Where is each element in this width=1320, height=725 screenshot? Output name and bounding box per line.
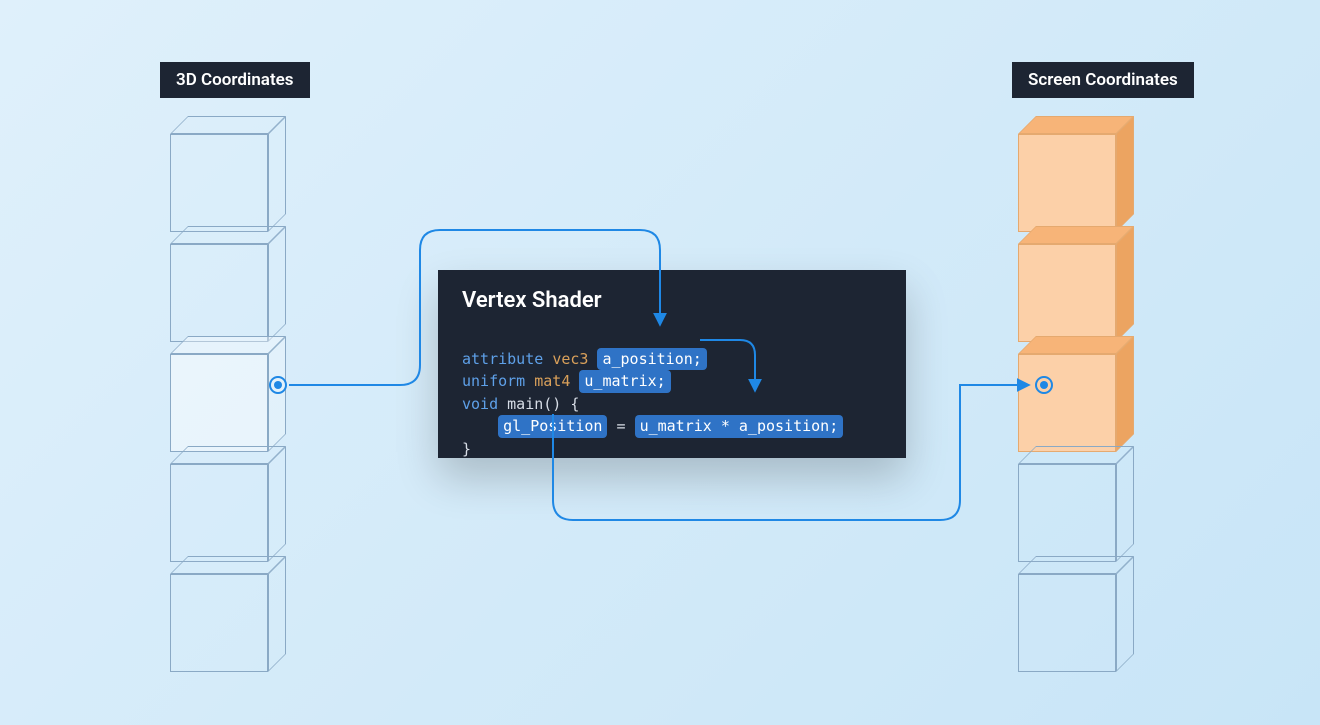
code-gl-position: gl_Position	[498, 415, 607, 438]
code-expr: u_matrix * a_position;	[635, 415, 844, 438]
stack-3d-coords	[170, 116, 310, 666]
cube-screen-2	[1018, 226, 1133, 341]
code-brace-close: }	[462, 440, 471, 458]
code-eq: =	[607, 417, 634, 435]
label-3d-coords: 3D Coordinates	[160, 62, 310, 98]
cube-screen-1	[1018, 116, 1133, 231]
code-var-a-position: a_position;	[597, 348, 706, 371]
cube-screen-3-highlight	[1018, 336, 1133, 451]
code-kw-uniform: uniform	[462, 372, 525, 390]
code-type-vec3: vec3	[552, 350, 588, 368]
cube-screen-4	[1018, 446, 1133, 561]
shader-code: attribute vec3 a_position; uniform mat4 …	[462, 325, 882, 483]
code-kw-attribute: attribute	[462, 350, 543, 368]
cube-screen-5	[1018, 556, 1133, 671]
cube-3d-2	[170, 226, 285, 341]
cube-3d-4	[170, 446, 285, 561]
cube-3d-1	[170, 116, 285, 231]
cube-3d-3-highlight	[170, 336, 285, 451]
code-func-main: main()	[507, 395, 561, 413]
vertex-dot-target-icon	[1035, 376, 1053, 394]
vertex-shader-panel: Vertex Shader attribute vec3 a_position;…	[438, 270, 906, 458]
code-brace-open: {	[570, 395, 579, 413]
code-var-u-matrix: u_matrix;	[579, 370, 670, 393]
panel-title: Vertex Shader	[462, 288, 882, 313]
cube-3d-5	[170, 556, 285, 671]
code-indent	[462, 417, 498, 435]
code-kw-void: void	[462, 395, 498, 413]
label-screen-coords: Screen Coordinates	[1012, 62, 1194, 98]
code-type-mat4: mat4	[534, 372, 570, 390]
vertex-dot-source-icon	[269, 376, 287, 394]
